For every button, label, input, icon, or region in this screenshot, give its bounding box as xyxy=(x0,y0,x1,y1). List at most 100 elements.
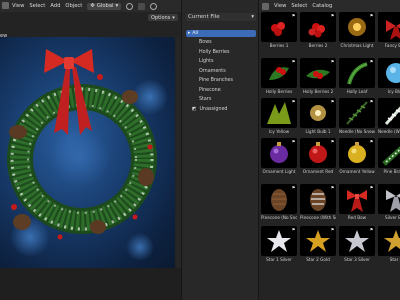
catalog-item-label: Stars xyxy=(199,97,212,103)
chevron-down-icon: ▾ xyxy=(172,14,175,21)
asset-thumbnail: ⚑ xyxy=(339,12,375,42)
proportional-edit-icon[interactable] xyxy=(138,2,146,10)
asset-tile[interactable]: ⚑Needle (With Snow) xyxy=(378,98,400,134)
chevron-down-icon: ▾ xyxy=(251,14,254,20)
asset-tile[interactable]: ⚑ Pinecone (With Snow) xyxy=(300,184,337,220)
menu-view[interactable]: View xyxy=(12,3,24,9)
catalog-item[interactable]: Pine Branches xyxy=(186,76,256,86)
asset-thumbnail: ⚑ xyxy=(261,12,297,42)
catalog-item-unassigned[interactable]: ◩ Unassigned xyxy=(186,105,256,115)
asset-label: Star 2 Gold xyxy=(306,257,330,262)
catalog-item[interactable]: Pinecone xyxy=(186,86,256,96)
asset-thumbnail: ⚑ xyxy=(378,138,400,168)
menu-select[interactable]: Select xyxy=(291,3,307,9)
unassigned-icon: ◩ xyxy=(192,106,197,112)
asset-label: Pinecone (With Snow) xyxy=(300,215,336,220)
asset-thumbnail: ⚑ xyxy=(261,184,297,214)
editor-type-icon[interactable] xyxy=(2,2,9,9)
asset-type-icon: ⚑ xyxy=(330,13,335,18)
asset-type-icon: ⚑ xyxy=(291,185,296,190)
options-label: Options xyxy=(151,14,171,21)
asset-tile[interactable]: ⚑ Icy Yellow xyxy=(261,98,298,134)
asset-label: Star 3 Silver xyxy=(344,257,370,262)
catalog-item[interactable]: Stars xyxy=(186,95,256,105)
asset-tile[interactable]: ⚑ Ornament Light xyxy=(261,138,298,174)
menu-view[interactable]: View xyxy=(274,3,286,9)
asset-label: Needle (With Snow) xyxy=(378,129,400,134)
asset-tile[interactable]: ⚑ Needle (No Snow) xyxy=(339,98,376,134)
asset-label: Icy Yellow xyxy=(268,129,290,134)
wreath-render xyxy=(7,49,168,261)
asset-type-icon: ⚑ xyxy=(291,59,296,64)
asset-tile[interactable]: ⚑ Red Bow xyxy=(339,184,376,220)
asset-tile[interactable]: ⚑ Berries 1 xyxy=(261,12,298,48)
asset-tile[interactable]: ⚑ Holly Berries 2 xyxy=(300,58,337,94)
asset-type-icon: ⚑ xyxy=(369,99,374,104)
asset-tile[interactable]: ⚑ Pinecone (No Snow) xyxy=(261,184,298,220)
asset-tile[interactable]: ⚑Star 4 xyxy=(378,226,400,262)
viewport-editor[interactable]: View Select Add Object ✥ Global ▾ Option… xyxy=(0,0,181,300)
asset-thumbnail: ⚑ xyxy=(378,184,400,214)
asset-type-icon: ⚑ xyxy=(330,139,335,144)
asset-type-icon: ⚑ xyxy=(291,13,296,18)
catalog-list: Bows Holly Berries Lights Ornaments Pine… xyxy=(186,38,256,114)
asset-thumbnail: ⚑ xyxy=(300,98,336,128)
viewport-canvas[interactable] xyxy=(0,37,175,268)
library-dropdown[interactable]: Current File ▾ xyxy=(186,13,256,21)
catalog-item-label: Bows xyxy=(199,40,212,46)
menu-catalog[interactable]: Catalog xyxy=(312,3,332,9)
viewport-header: View Select Add Object ✥ Global ▾ xyxy=(0,0,181,12)
asset-tile[interactable]: ⚑Fancy Bow xyxy=(378,12,400,48)
menu-object[interactable]: Object xyxy=(65,3,82,9)
folder-icon: ▸ xyxy=(188,31,191,36)
catalog-item[interactable]: Ornaments xyxy=(186,67,256,77)
asset-thumbnail: ⚑ xyxy=(378,58,400,88)
asset-label: Pinecone (No Snow) xyxy=(261,215,297,220)
catalog-item-all[interactable]: ▸ All xyxy=(186,30,256,37)
asset-label: Red Bow xyxy=(347,215,367,220)
asset-thumbnail: ⚑ xyxy=(378,98,400,128)
catalog-item-label: Pine Branches xyxy=(199,78,234,84)
asset-tile[interactable]: ⚑ Ornament Yellow xyxy=(339,138,376,174)
asset-thumbnail: ⚑ xyxy=(300,58,336,88)
options-button[interactable]: Options ▾ xyxy=(148,14,178,21)
asset-tile[interactable]: ⚑Icy Blue xyxy=(378,58,400,94)
menu-add[interactable]: Add xyxy=(50,3,60,9)
asset-tile[interactable]: ⚑ Holly Leaf xyxy=(339,58,376,94)
asset-label: Holly Leaf xyxy=(346,89,368,94)
asset-type-icon: ⚑ xyxy=(330,185,335,190)
asset-tile[interactable]: ⚑ Holly Berries xyxy=(261,58,298,94)
catalog-item-label: Lights xyxy=(199,59,214,65)
catalog-item[interactable]: Lights xyxy=(186,57,256,67)
asset-tile[interactable]: ⚑ Star 2 Gold xyxy=(300,226,337,262)
asset-type-icon: ⚑ xyxy=(369,139,374,144)
asset-thumbnail: ⚑ xyxy=(300,12,336,42)
asset-tile[interactable]: ⚑ Light Bulb 1 xyxy=(300,98,337,134)
catalog-item[interactable]: Bows xyxy=(186,38,256,48)
asset-label: Pine Branch xyxy=(383,169,400,174)
asset-label: Star 4 xyxy=(389,257,400,262)
catalog-item[interactable]: Holly Berries xyxy=(186,48,256,58)
asset-type-icon: ⚑ xyxy=(369,227,374,232)
menu-select[interactable]: Select xyxy=(29,3,45,9)
asset-browser-header: View Select Catalog xyxy=(259,0,400,12)
asset-type-icon: ⚑ xyxy=(369,185,374,190)
asset-tile[interactable]: ⚑Pine Branch xyxy=(378,138,400,174)
catalog-item-label: Pinecone xyxy=(199,87,221,93)
asset-tile[interactable]: ⚑ Star 1 Silver xyxy=(261,226,298,262)
snap-icon[interactable] xyxy=(126,2,134,10)
overlay-icon[interactable] xyxy=(150,2,158,10)
asset-thumbnail: ⚑ xyxy=(300,138,336,168)
asset-thumbnail: ⚑ xyxy=(300,184,336,214)
asset-tile[interactable]: ⚑Silver Bow xyxy=(378,184,400,220)
asset-label: Star 1 Silver xyxy=(266,257,292,262)
asset-tile[interactable]: ⚑ Star 3 Silver xyxy=(339,226,376,262)
asset-tile[interactable]: ⚑ Ornament Red xyxy=(300,138,337,174)
catalog-all-label: All xyxy=(192,31,199,36)
asset-tile[interactable]: ⚑ Christmas Light xyxy=(339,12,376,48)
transform-orientation-dropdown[interactable]: ✥ Global ▾ xyxy=(87,2,122,10)
asset-label: Ornament Red xyxy=(302,169,334,174)
editor-type-icon[interactable] xyxy=(262,2,269,10)
asset-thumbnail: ⚑ xyxy=(339,58,375,88)
asset-tile[interactable]: ⚑ Berries 2 xyxy=(300,12,337,48)
